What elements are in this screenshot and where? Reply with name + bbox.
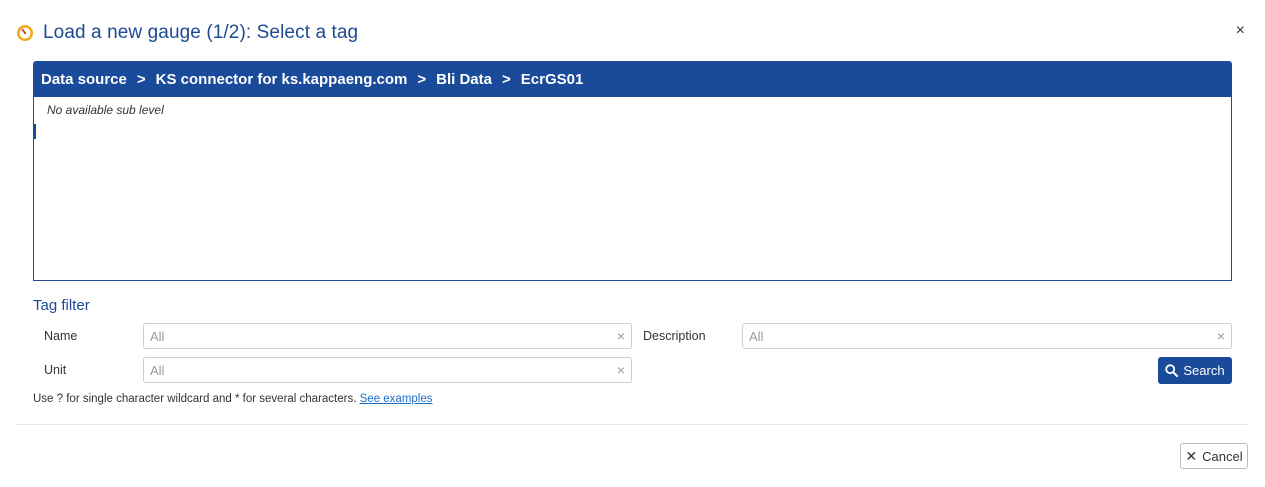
unit-input[interactable] (144, 358, 607, 382)
breadcrumb: Data source > KS connector for ks.kappae… (34, 62, 1231, 97)
tag-list[interactable]: No available sub level (34, 97, 1231, 280)
wildcard-hint: Use ? for single character wildcard and … (33, 393, 433, 405)
name-field: × (143, 323, 632, 349)
close-icon: ✕ (1185, 447, 1198, 464)
tag-filter-title: Tag filter (33, 297, 90, 314)
clear-description-icon[interactable]: × (1217, 328, 1225, 344)
name-label: Name (44, 329, 78, 343)
unit-field: × (143, 357, 632, 383)
breadcrumb-separator: > (417, 71, 427, 88)
breadcrumb-separator: > (136, 71, 146, 88)
footer-divider (16, 424, 1248, 425)
search-button-label: Search (1183, 363, 1225, 378)
clear-unit-icon[interactable]: × (617, 362, 625, 378)
search-icon (1165, 364, 1179, 377)
dialog-header: Load a new gauge (1/2): Select a tag × (16, 20, 1249, 46)
description-label: Description (643, 329, 706, 343)
empty-message: No available sub level (47, 103, 164, 117)
unit-label: Unit (44, 363, 67, 377)
close-icon[interactable]: × (1236, 21, 1245, 41)
gauge-icon (17, 25, 33, 41)
tag-browser: Data source > KS connector for ks.kappae… (33, 61, 1232, 281)
list-focus-caret (34, 124, 36, 139)
breadcrumb-separator: > (502, 71, 511, 88)
clear-name-icon[interactable]: × (617, 328, 625, 344)
description-input[interactable] (743, 324, 1207, 348)
dialog-title: Load a new gauge (1/2): Select a tag (43, 22, 359, 43)
load-gauge-dialog: Load a new gauge (1/2): Select a tag × D… (0, 0, 1265, 487)
description-field: × (742, 323, 1232, 349)
cancel-button[interactable]: ✕ Cancel (1180, 443, 1248, 469)
breadcrumb-item-ks-connector[interactable]: KS connector for ks.kappaeng.com (156, 71, 408, 88)
breadcrumb-item-bli-data[interactable]: Bli Data (436, 71, 492, 88)
search-button[interactable]: Search (1158, 357, 1232, 384)
wildcard-hint-text: Use ? for single character wildcard and … (33, 393, 360, 405)
breadcrumb-item-ecrgs01[interactable]: EcrGS01 (521, 71, 584, 88)
name-input[interactable] (144, 324, 607, 348)
breadcrumb-item-data-source[interactable]: Data source (41, 71, 127, 88)
cancel-button-label: Cancel (1202, 448, 1243, 464)
see-examples-link[interactable]: See examples (360, 393, 433, 405)
